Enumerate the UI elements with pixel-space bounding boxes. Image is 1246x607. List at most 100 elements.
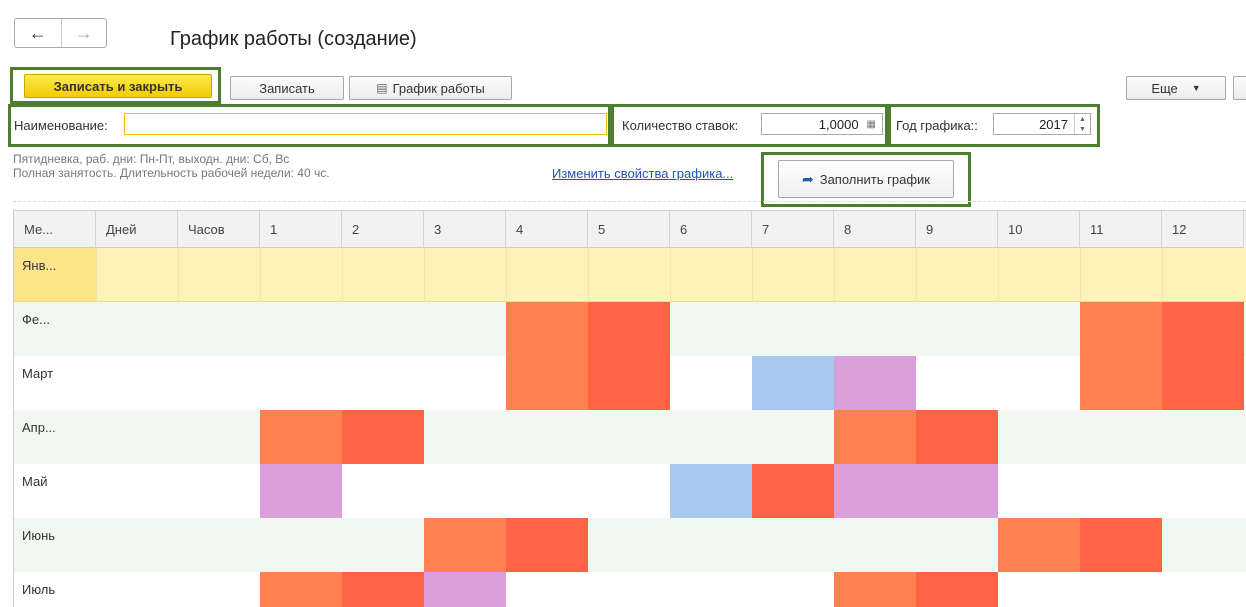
cell-divider [916, 248, 917, 301]
day-cell-orange[interactable] [506, 356, 588, 410]
day-cell-red[interactable] [342, 572, 424, 607]
day-cell-pink[interactable] [834, 464, 916, 518]
cell-divider [670, 248, 671, 301]
spin-down-icon[interactable]: ▼ [1079, 126, 1086, 133]
column-header[interactable]: 1 [260, 211, 342, 248]
cell-divider [260, 248, 261, 301]
day-cell-red[interactable] [1162, 302, 1244, 356]
help-button[interactable] [1233, 76, 1246, 100]
day-cell-red[interactable] [588, 302, 670, 356]
day-cell-orange[interactable] [1080, 356, 1162, 410]
navigation-buttons: ← → [14, 18, 107, 48]
month-cell[interactable]: Май [14, 464, 96, 518]
column-header[interactable]: 7 [752, 211, 834, 248]
column-header[interactable]: 11 [1080, 211, 1162, 248]
month-cell[interactable]: Июль [14, 572, 96, 607]
window-title: График работы (создание) [170, 28, 417, 50]
day-cell-red[interactable] [506, 518, 588, 572]
year-label: Год графика:: [896, 118, 978, 133]
spin-up-icon[interactable]: ▲ [1079, 116, 1086, 123]
printer-icon: ▤ [376, 81, 388, 95]
schedule-info-line2: Полная занятость. Длительность рабочей н… [13, 166, 330, 180]
column-header[interactable]: 5 [588, 211, 670, 248]
day-cell-pink[interactable] [260, 464, 342, 518]
day-cell-pink[interactable] [424, 572, 506, 607]
column-header[interactable]: 3 [424, 211, 506, 248]
column-header[interactable]: 4 [506, 211, 588, 248]
day-cell-orange[interactable] [834, 410, 916, 464]
table-row[interactable]: Фе... [14, 302, 1246, 356]
day-cell-orange[interactable] [834, 572, 916, 607]
column-header[interactable]: Часов [178, 211, 260, 248]
day-cell-red[interactable] [752, 464, 834, 518]
month-cell[interactable]: Янв... [14, 248, 96, 301]
column-header[interactable]: 12 [1162, 211, 1244, 248]
calculator-icon[interactable]: ▦ [867, 119, 876, 130]
fill-arrow-icon: ➦ [801, 170, 814, 187]
cell-divider [178, 248, 179, 301]
year-input[interactable]: 2017 ▲ ▼ [993, 113, 1091, 135]
month-cell[interactable]: Март [14, 356, 96, 410]
schedule-table: Ме... Дней Часов 1 2 3 4 5 6 7 8 9 10 11 12 Янв... Фе...… [13, 210, 1246, 607]
year-value: 2017 [1039, 116, 1068, 132]
change-properties-link[interactable]: Изменить свойства графика... [552, 166, 733, 181]
month-cell[interactable]: Апр... [14, 410, 96, 464]
rates-value: 1,0000 [818, 116, 859, 132]
schedule-info-line1: Пятидневка, раб. дни: Пн-Пт, выходн. дни… [13, 152, 290, 166]
table-row[interactable]: Март [14, 356, 1246, 410]
cell-divider [752, 248, 753, 301]
more-button[interactable]: Еще ▼ [1126, 76, 1226, 100]
day-cell-orange[interactable] [1080, 302, 1162, 356]
cell-divider [506, 248, 507, 301]
table-row[interactable]: Апр... [14, 410, 1246, 464]
rates-input[interactable]: 1,0000 ▦ [761, 113, 883, 135]
more-label: Еще [1151, 80, 1178, 96]
day-cell-pink[interactable] [916, 464, 998, 518]
column-header[interactable]: 9 [916, 211, 998, 248]
column-header[interactable]: 6 [670, 211, 752, 248]
fill-schedule-label: Заполнить график [819, 171, 930, 187]
day-cell-orange[interactable] [260, 410, 342, 464]
cell-divider [96, 248, 97, 301]
cell-divider [998, 248, 999, 301]
day-cell-blue[interactable] [752, 356, 834, 410]
table-header: Ме... Дней Часов 1 2 3 4 5 6 7 8 9 10 11 12 [14, 211, 1246, 248]
day-cell-red[interactable] [916, 572, 998, 607]
year-spinner[interactable]: ▲ ▼ [1074, 114, 1090, 134]
day-cell-red[interactable] [916, 410, 998, 464]
day-cell-red[interactable] [588, 356, 670, 410]
day-cell-red[interactable] [342, 410, 424, 464]
schedule-print-button[interactable]: ▤ График работы [349, 76, 512, 100]
day-cell-orange[interactable] [260, 572, 342, 607]
column-header[interactable]: 2 [342, 211, 424, 248]
chevron-down-icon: ▼ [1191, 83, 1201, 93]
fill-schedule-button[interactable]: ➦ Заполнить график [778, 160, 954, 198]
table-row[interactable]: Май [14, 464, 1246, 518]
column-header[interactable]: Дней [96, 211, 178, 248]
column-header[interactable]: 8 [834, 211, 916, 248]
save-button[interactable]: Записать [230, 76, 344, 100]
table-row[interactable]: Янв... [14, 248, 1246, 302]
forward-arrow-icon[interactable]: → [60, 19, 107, 47]
back-arrow-icon[interactable]: ← [15, 19, 61, 47]
day-cell-red[interactable] [1162, 356, 1244, 410]
day-cell-blue[interactable] [670, 464, 752, 518]
table-row[interactable]: Июль [14, 572, 1246, 607]
day-cell-orange[interactable] [424, 518, 506, 572]
schedule-print-label: График работы [392, 80, 485, 96]
cell-divider [588, 248, 589, 301]
name-input[interactable] [124, 113, 607, 135]
save-and-close-button[interactable]: Записать и закрыть [24, 74, 212, 98]
day-cell-orange[interactable] [506, 302, 588, 356]
day-cell-red[interactable] [1080, 518, 1162, 572]
column-header[interactable]: Ме... [14, 211, 96, 248]
column-header[interactable]: 10 [998, 211, 1080, 248]
month-cell[interactable]: Июнь [14, 518, 96, 572]
month-cell[interactable]: Фе... [14, 302, 96, 356]
cell-divider [1162, 248, 1163, 301]
rates-label: Количество ставок: [622, 118, 739, 133]
day-cell-pink[interactable] [834, 356, 916, 410]
schedule-info: Пятидневка, раб. дни: Пн-Пт, выходн. дни… [13, 152, 330, 180]
table-row[interactable]: Июнь [14, 518, 1246, 572]
day-cell-orange[interactable] [998, 518, 1080, 572]
